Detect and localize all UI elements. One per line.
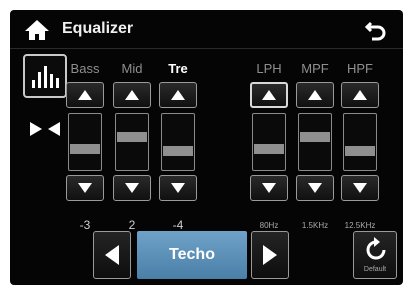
band-up-button[interactable] [250, 82, 288, 108]
arrow-down-icon [308, 183, 322, 193]
band-value: 2 [128, 218, 136, 232]
band-label: HPF [347, 61, 373, 76]
arrow-down-icon [262, 183, 276, 193]
preset-name: Techo [137, 231, 247, 279]
balance-icon [26, 122, 64, 144]
arrow-up-icon [262, 90, 276, 100]
band-value: -3 [79, 218, 91, 232]
band-down-button[interactable] [250, 175, 288, 201]
band-up-button[interactable] [66, 82, 104, 108]
band-value: 1.5KHz [301, 221, 329, 230]
band-down-button[interactable] [159, 175, 197, 201]
equalizer-bars-icon [25, 66, 65, 100]
band-label: MPF [301, 61, 329, 76]
arrow-up-icon [308, 90, 322, 100]
band-up-button[interactable] [341, 82, 379, 108]
home-icon[interactable] [24, 19, 50, 41]
chevron-left-icon [105, 245, 119, 265]
band-label: LPH [256, 61, 282, 76]
arrow-down-icon [125, 183, 139, 193]
band-slider-thumb[interactable] [70, 144, 100, 154]
band-slider-thumb[interactable] [300, 132, 330, 142]
balance-tab-button[interactable] [26, 118, 64, 140]
equalizer-tab-button[interactable] [23, 54, 67, 98]
band-slider-thumb[interactable] [345, 146, 375, 156]
previous-preset-button[interactable] [93, 231, 131, 279]
band-value: -4 [172, 218, 184, 232]
chevron-right-icon [263, 245, 277, 265]
band-slider[interactable] [252, 113, 286, 171]
band-up-button[interactable] [296, 82, 334, 108]
back-arrow-icon[interactable] [363, 19, 389, 41]
band-label: Mid [121, 61, 143, 76]
band-slider[interactable] [115, 113, 149, 171]
band-down-button[interactable] [296, 175, 334, 201]
title-bar: Equalizer [10, 10, 403, 49]
band-slider[interactable] [343, 113, 377, 171]
arrow-up-icon [78, 90, 92, 100]
default-label: Default [363, 266, 387, 273]
equalizer-screen: Equalizer Bass -3 Mid 2 Tre -4 LPH 80Hz … [10, 10, 403, 285]
band-up-button[interactable] [113, 82, 151, 108]
arrow-down-icon [353, 183, 367, 193]
band-slider[interactable] [68, 113, 102, 171]
band-value: 12.5KHz [344, 221, 376, 230]
band-slider-thumb[interactable] [254, 144, 284, 154]
band-slider-thumb[interactable] [163, 146, 193, 156]
reset-icon [366, 237, 386, 260]
band-up-button[interactable] [159, 82, 197, 108]
arrow-up-icon [171, 90, 185, 100]
page-title: Equalizer [62, 20, 134, 37]
band-slider-thumb[interactable] [117, 132, 147, 142]
band-down-button[interactable] [66, 175, 104, 201]
band-label: Bass [70, 61, 100, 76]
next-preset-button[interactable] [251, 231, 289, 279]
arrow-up-icon [125, 90, 139, 100]
arrow-down-icon [78, 183, 92, 193]
band-value: 80Hz [259, 221, 279, 230]
band-down-button[interactable] [113, 175, 151, 201]
band-slider[interactable] [161, 113, 195, 171]
band-down-button[interactable] [341, 175, 379, 201]
arrow-up-icon [353, 90, 367, 100]
arrow-down-icon [171, 183, 185, 193]
default-button[interactable]: Default [353, 231, 397, 279]
band-slider[interactable] [298, 113, 332, 171]
band-label: Tre [168, 61, 188, 76]
